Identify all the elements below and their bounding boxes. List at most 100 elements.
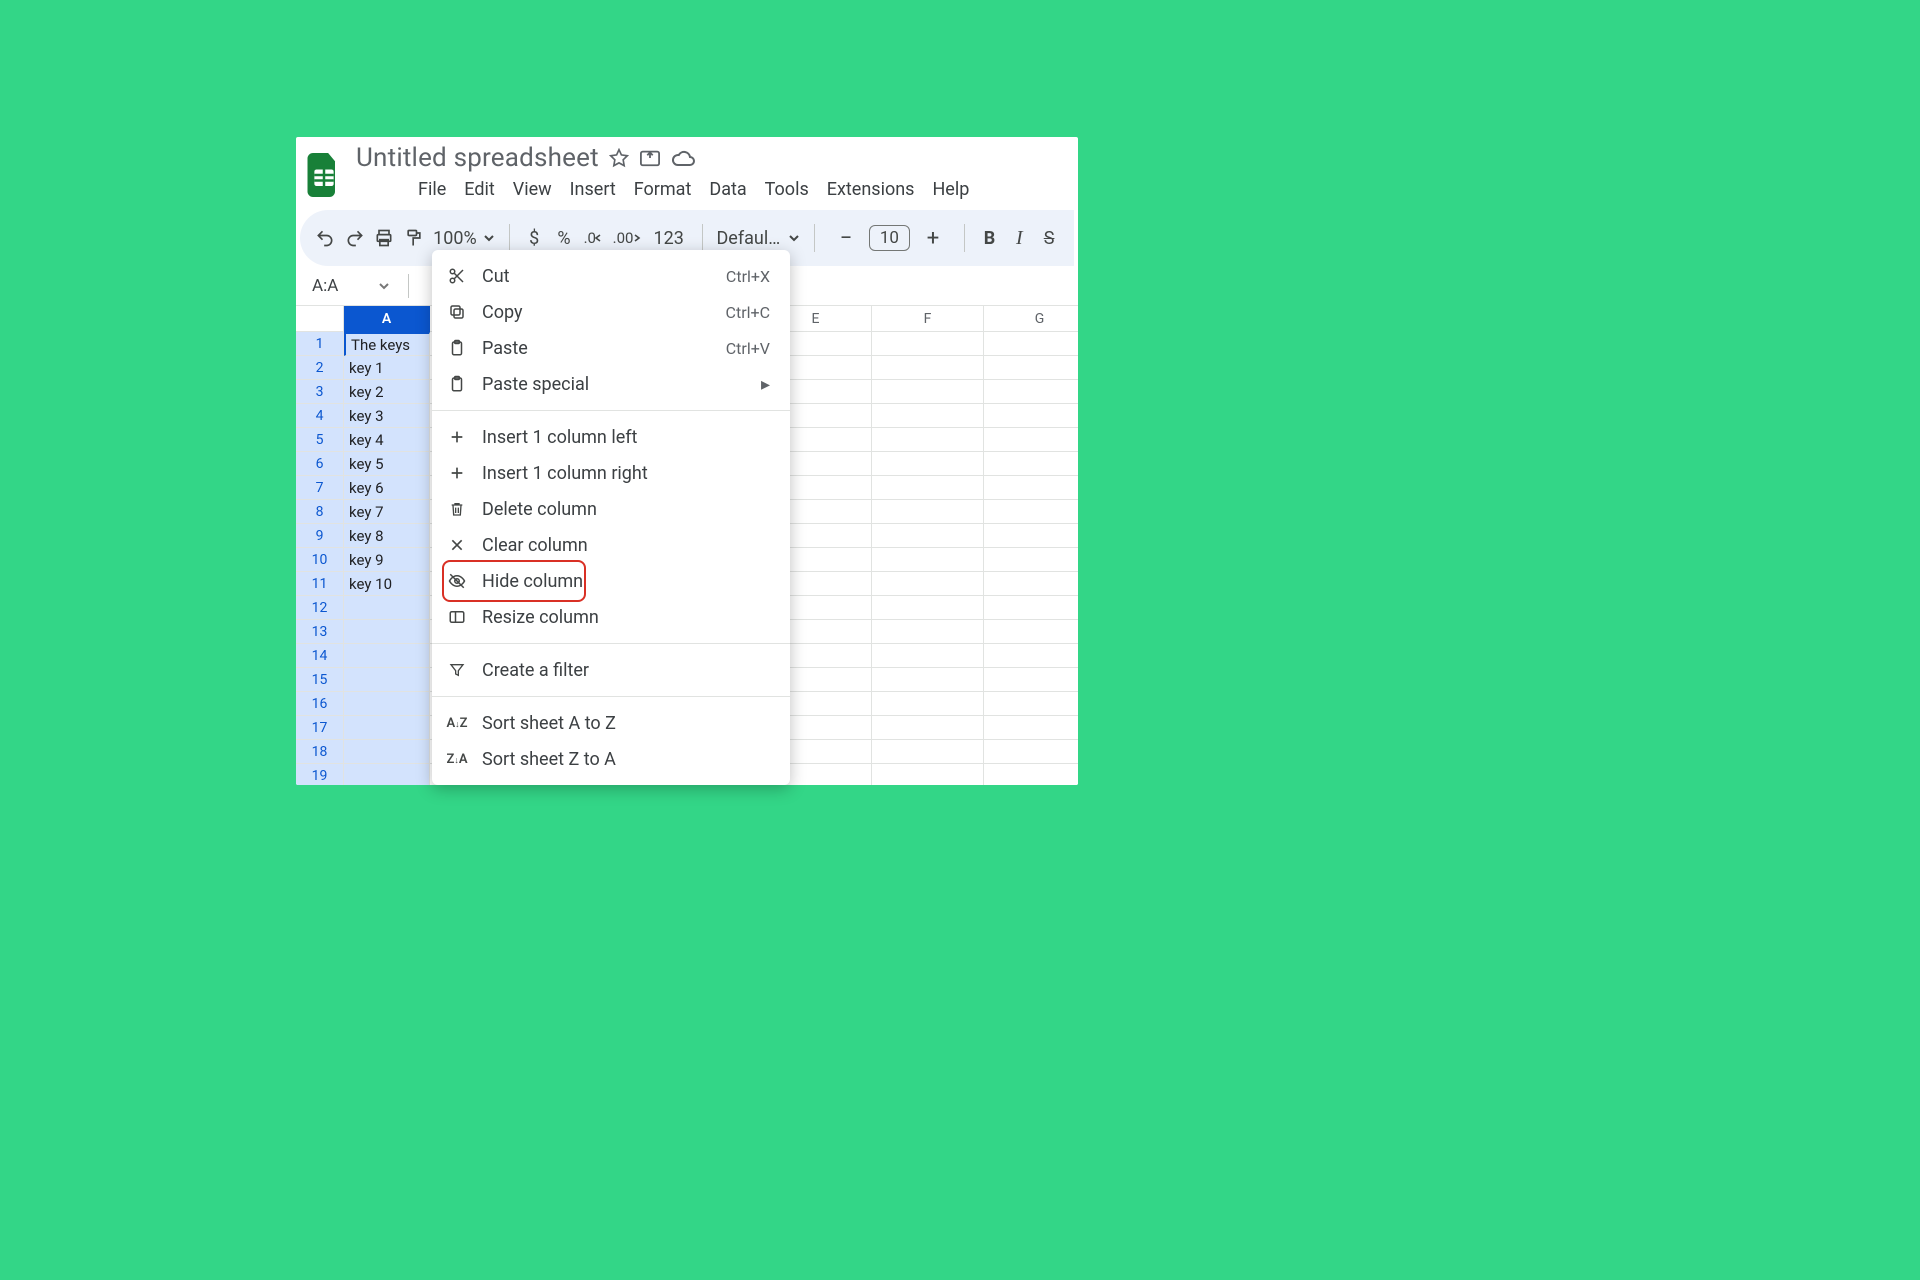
undo-button[interactable] — [314, 221, 336, 255]
menu-data[interactable]: Data — [709, 179, 746, 200]
cell[interactable] — [984, 692, 1078, 716]
menu-tools[interactable]: Tools — [765, 179, 809, 200]
cell[interactable] — [344, 620, 430, 644]
menu-item-sort-za[interactable]: Z↓A Sort sheet Z to A — [432, 741, 790, 777]
cell[interactable] — [984, 404, 1078, 428]
select-all-corner[interactable] — [296, 306, 344, 332]
cell[interactable] — [344, 596, 430, 620]
menu-item-sort-az[interactable]: A↓Z Sort sheet A to Z — [432, 705, 790, 741]
cell[interactable] — [984, 476, 1078, 500]
cell[interactable] — [984, 356, 1078, 380]
menu-item-insert-left[interactable]: Insert 1 column left — [432, 419, 790, 455]
row-header[interactable]: 16 — [296, 692, 344, 716]
cell[interactable]: key 3 — [344, 404, 430, 428]
row-header[interactable]: 1 — [296, 332, 344, 356]
cell[interactable] — [872, 404, 984, 428]
cell[interactable] — [984, 548, 1078, 572]
cell[interactable] — [872, 572, 984, 596]
row-header[interactable]: 3 — [296, 380, 344, 404]
font-select[interactable]: Defaul… — [716, 228, 800, 249]
row-header[interactable]: 4 — [296, 404, 344, 428]
cell[interactable] — [344, 692, 430, 716]
cell[interactable] — [872, 380, 984, 404]
row-header[interactable]: 13 — [296, 620, 344, 644]
zoom-select[interactable]: 100% — [433, 228, 495, 249]
decrease-font-button[interactable]: − — [829, 221, 863, 255]
cell[interactable] — [872, 356, 984, 380]
row-header[interactable]: 15 — [296, 668, 344, 692]
menu-item-insert-right[interactable]: Insert 1 column right — [432, 455, 790, 491]
menu-item-delete-column[interactable]: Delete column — [432, 491, 790, 527]
cell[interactable] — [872, 740, 984, 764]
cell[interactable] — [872, 596, 984, 620]
cell[interactable] — [984, 452, 1078, 476]
cell[interactable]: key 8 — [344, 524, 430, 548]
cloud-status-icon[interactable] — [671, 149, 695, 167]
cell[interactable] — [872, 500, 984, 524]
cell[interactable] — [872, 452, 984, 476]
row-header[interactable]: 9 — [296, 524, 344, 548]
menu-file[interactable]: File — [418, 179, 446, 200]
row-header[interactable]: 5 — [296, 428, 344, 452]
increase-font-button[interactable]: + — [916, 221, 950, 255]
cell[interactable] — [872, 668, 984, 692]
menu-item-paste[interactable]: Paste Ctrl+V — [432, 330, 790, 366]
row-header[interactable]: 7 — [296, 476, 344, 500]
cell[interactable]: key 7 — [344, 500, 430, 524]
cell[interactable] — [984, 380, 1078, 404]
menu-insert[interactable]: Insert — [570, 179, 616, 200]
cell[interactable]: The keys — [344, 332, 430, 356]
cell[interactable] — [984, 764, 1078, 785]
cell[interactable] — [872, 332, 984, 356]
cell[interactable]: key 6 — [344, 476, 430, 500]
italic-button[interactable]: I — [1008, 221, 1030, 255]
cell[interactable]: key 9 — [344, 548, 430, 572]
cell[interactable] — [872, 644, 984, 668]
row-header[interactable]: 6 — [296, 452, 344, 476]
cell[interactable] — [872, 428, 984, 452]
redo-button[interactable] — [344, 221, 366, 255]
row-header[interactable]: 12 — [296, 596, 344, 620]
cell[interactable] — [872, 716, 984, 740]
sheets-logo-icon[interactable] — [304, 151, 344, 199]
row-header[interactable]: 2 — [296, 356, 344, 380]
cell[interactable]: key 2 — [344, 380, 430, 404]
menu-format[interactable]: Format — [634, 179, 692, 200]
cell[interactable] — [984, 428, 1078, 452]
cell[interactable]: key 10 — [344, 572, 430, 596]
column-header-g[interactable]: G — [984, 306, 1078, 332]
menu-item-hide-column[interactable]: Hide column — [432, 563, 790, 599]
row-header[interactable]: 18 — [296, 740, 344, 764]
star-icon[interactable] — [609, 148, 629, 168]
cell[interactable]: key 1 — [344, 356, 430, 380]
cell[interactable] — [872, 692, 984, 716]
menu-item-copy[interactable]: Copy Ctrl+C — [432, 294, 790, 330]
cell[interactable] — [984, 716, 1078, 740]
row-header[interactable]: 10 — [296, 548, 344, 572]
cell[interactable] — [872, 548, 984, 572]
paint-format-button[interactable] — [403, 221, 425, 255]
cell[interactable] — [344, 668, 430, 692]
column-header-a[interactable]: A — [344, 306, 430, 332]
cell[interactable] — [984, 620, 1078, 644]
cell[interactable] — [872, 524, 984, 548]
font-size-stepper[interactable]: − 10 + — [829, 221, 950, 255]
cell[interactable] — [984, 740, 1078, 764]
font-size-value[interactable]: 10 — [869, 225, 910, 251]
cell[interactable] — [872, 476, 984, 500]
menu-item-cut[interactable]: Cut Ctrl+X — [432, 258, 790, 294]
cell[interactable] — [344, 644, 430, 668]
column-header-f[interactable]: F — [872, 306, 984, 332]
menu-help[interactable]: Help — [932, 179, 969, 200]
cell[interactable]: key 5 — [344, 452, 430, 476]
cell[interactable] — [984, 596, 1078, 620]
row-header[interactable]: 19 — [296, 764, 344, 785]
cell[interactable] — [984, 668, 1078, 692]
cell[interactable] — [984, 572, 1078, 596]
cell[interactable] — [984, 332, 1078, 356]
move-icon[interactable] — [639, 148, 661, 168]
cell[interactable] — [344, 740, 430, 764]
row-header[interactable]: 8 — [296, 500, 344, 524]
cell[interactable] — [984, 500, 1078, 524]
menu-extensions[interactable]: Extensions — [827, 179, 915, 200]
